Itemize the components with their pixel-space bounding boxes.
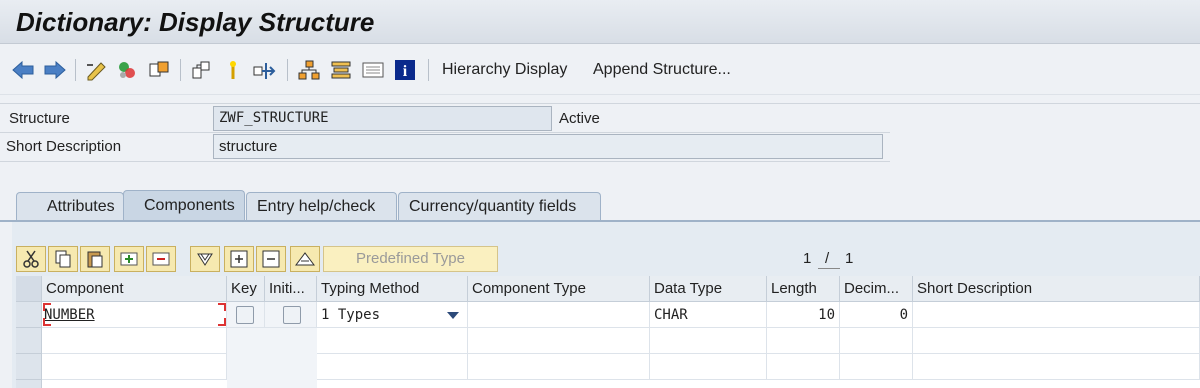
page-separator: / [825,250,830,267]
tab-label: Attributes [47,198,115,215]
row-selector[interactable] [16,354,42,380]
object-list-icon[interactable] [146,57,172,83]
select-all-cell[interactable] [16,276,42,302]
row-selector[interactable] [16,328,42,354]
page-title: Dictionary: Display Structure [16,7,375,37]
column-header-component-type[interactable]: Component Type [468,276,650,302]
structure-label: Structure [9,110,70,127]
empty-cell[interactable] [650,354,767,380]
tab-label: Currency/quantity fields [409,198,577,215]
application-toolbar: i Hierarchy Display Append Structure... [0,45,1200,95]
navigation-icon[interactable] [252,57,278,83]
forward-arrow-icon[interactable] [42,57,68,83]
empty-cell[interactable] [767,354,840,380]
column-header-length[interactable]: Length [767,276,840,302]
paste-icon[interactable] [80,246,110,272]
title-bar: Dictionary: Display Structure [0,0,1200,44]
tab-label: Entry help/check [257,198,376,215]
empty-cell[interactable] [42,354,227,380]
predefined-type-button[interactable]: Predefined Type [323,246,498,272]
svg-text:i: i [403,63,408,80]
cut-icon[interactable] [16,246,46,272]
length-cell[interactable]: 10 [767,302,840,328]
tab-entry-help-check[interactable]: Entry help/check [246,192,397,222]
column-header-initial[interactable]: Initi... [265,276,317,302]
delete-row-icon[interactable] [146,246,176,272]
decimals-cell[interactable]: 0 [840,302,913,328]
hierarchy-display-button[interactable]: Hierarchy Display [442,61,567,79]
tab-currency-quantity-fields[interactable]: Currency/quantity fields [398,192,601,222]
find-icon[interactable] [190,246,220,272]
info-icon[interactable]: i [392,57,418,83]
row-selector[interactable] [16,380,42,388]
empty-cell[interactable] [913,354,1200,380]
page-current: 1 [803,250,812,267]
initial-checkbox[interactable] [283,306,301,324]
typing-method-select[interactable]: 1 Types [317,302,468,328]
insert-row-icon[interactable] [114,246,144,272]
typing-method-value: 1 Types [321,307,381,323]
empty-cell[interactable] [468,354,650,380]
empty-cell[interactable] [840,328,913,354]
data-type-cell[interactable]: CHAR [650,302,767,328]
key-checkbox[interactable] [236,306,254,324]
empty-cell[interactable] [767,328,840,354]
empty-cell[interactable] [317,328,468,354]
tab-components[interactable]: Components [123,190,245,222]
empty-cell[interactable] [317,354,468,380]
activate-icon[interactable] [114,57,140,83]
back-arrow-icon[interactable] [10,57,36,83]
structure-field[interactable]: ZWF_STRUCTURE [213,106,552,131]
empty-cell[interactable] [840,354,913,380]
short-description-field[interactable]: structure [213,134,883,159]
stack-icon[interactable] [328,57,354,83]
where-used-list-icon[interactable] [220,57,246,83]
copy-icon[interactable] [48,246,78,272]
component-type-cell[interactable] [468,302,650,328]
status-text: Active [559,110,600,127]
tab-label: Components [144,197,235,214]
column-header-typing-method[interactable]: Typing Method [317,276,468,302]
empty-cell[interactable] [468,328,650,354]
component-cell[interactable]: NUMBER [42,302,227,328]
info-list-icon[interactable] [360,57,386,83]
empty-cell[interactable] [42,328,227,354]
where-used-icon[interactable] [188,57,214,83]
page-total: 1 [845,250,854,267]
empty-cell[interactable] [650,328,767,354]
tab-attributes[interactable]: Attributes [16,192,124,222]
insert-icon[interactable] [224,246,254,272]
column-header-data-type[interactable]: Data Type [650,276,767,302]
hierarchy-icon[interactable] [296,57,322,83]
short-description-label: Short Description [6,138,122,155]
chevron-down-icon [447,312,459,319]
remove-icon[interactable] [256,246,286,272]
sort-icon[interactable] [290,246,320,272]
column-header-component[interactable]: Component [42,276,227,302]
empty-cell[interactable] [913,328,1200,354]
components-table: Component Key Initi... Typing Method Com… [16,276,1200,388]
display-change-icon[interactable] [84,57,110,83]
column-header-decimals[interactable]: Decim... [840,276,913,302]
column-header-short-description[interactable]: Short Description [913,276,1200,302]
column-header-key[interactable]: Key [227,276,265,302]
append-structure-button[interactable]: Append Structure... [593,61,731,79]
short-description-cell[interactable] [913,302,1200,328]
row-selector[interactable] [16,302,42,328]
